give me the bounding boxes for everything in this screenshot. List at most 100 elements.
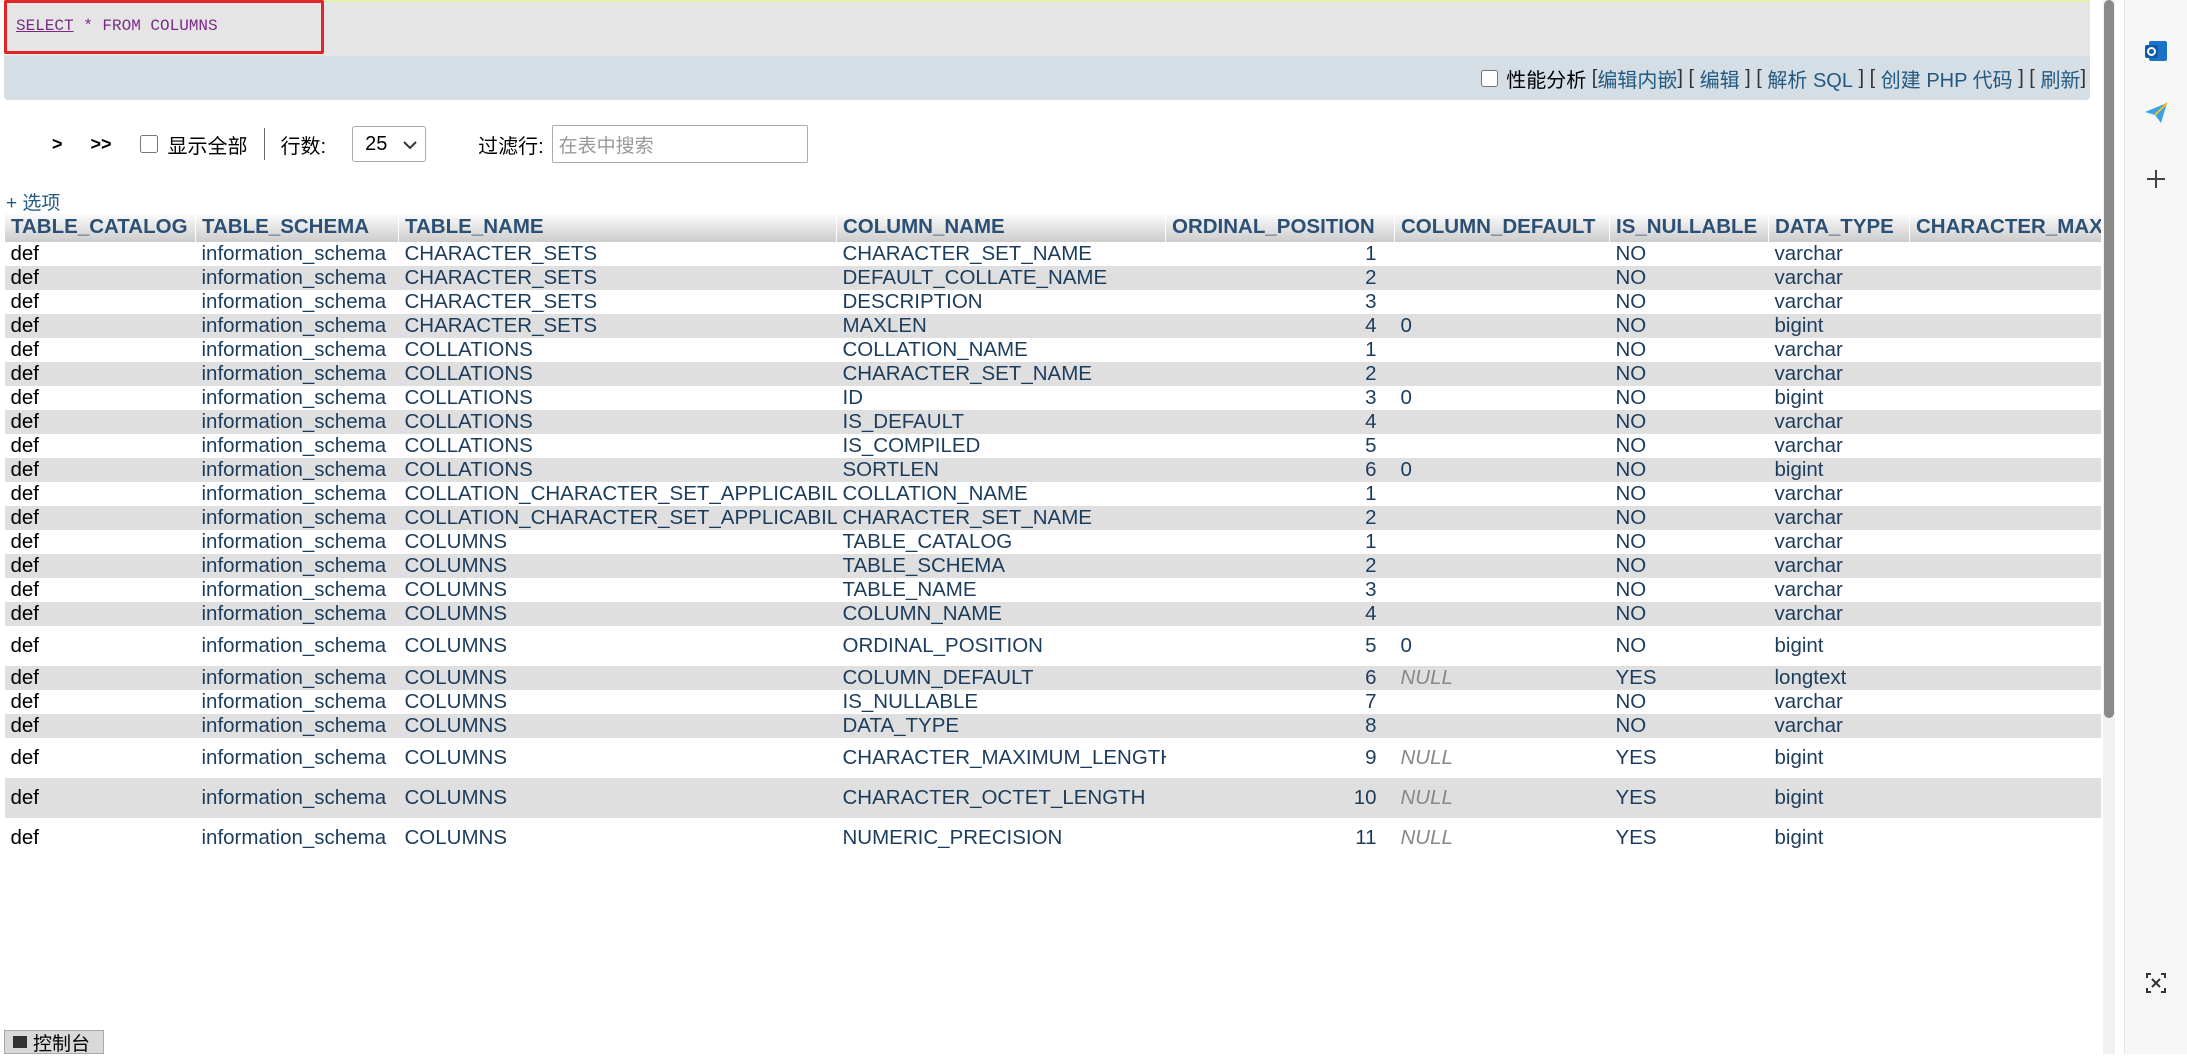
table-cell[interactable]: def — [4, 578, 196, 602]
table-cell[interactable] — [1394, 290, 1610, 314]
profiling-checkbox[interactable] — [1481, 70, 1499, 87]
table-cell[interactable]: 6 — [1165, 666, 1395, 690]
table-row[interactable]: def information_schema COLLATION_CHARACTER… — [4, 506, 2101, 530]
table-cell[interactable]: NO — [1609, 434, 1769, 458]
table-row[interactable]: def information_schema COLLATIONS IS_COMPIL… — [4, 434, 2101, 458]
table-cell[interactable]: COLUMN_NAME — [836, 602, 1166, 626]
table-cell[interactable]: information_schema — [195, 338, 399, 362]
edit-inline-link[interactable]: 编辑内嵌 — [1597, 64, 1677, 93]
table-cell[interactable] — [1394, 554, 1610, 578]
table-cell[interactable]: COLLATIONS — [398, 434, 837, 458]
table-cell[interactable]: varchar — [1768, 410, 1910, 434]
column-header-is-nullable[interactable]: IS_NULLABLE — [1609, 212, 1769, 242]
table-cell[interactable]: NULL — [1394, 666, 1610, 690]
table-cell[interactable]: NULL — [1394, 778, 1610, 818]
table-cell[interactable]: 2 — [1165, 362, 1395, 386]
table-cell[interactable]: def — [4, 666, 196, 690]
table-cell[interactable]: NO — [1609, 266, 1769, 290]
table-cell[interactable]: COLLATION_NAME — [836, 482, 1166, 506]
table-cell[interactable] — [1909, 530, 2101, 554]
table-cell[interactable]: bigint — [1768, 778, 1910, 818]
table-cell[interactable]: TABLE_NAME — [836, 578, 1166, 602]
table-cell[interactable]: information_schema — [195, 738, 399, 778]
table-cell[interactable]: NO — [1609, 626, 1769, 666]
table-cell[interactable] — [1909, 554, 2101, 578]
table-cell[interactable]: DESCRIPTION — [836, 290, 1166, 314]
table-cell[interactable]: information_schema — [195, 266, 399, 290]
table-cell[interactable]: DEFAULT_COLLATE_NAME — [836, 266, 1166, 290]
table-cell[interactable]: COLUMNS — [398, 714, 837, 738]
table-cell[interactable]: DATA_TYPE — [836, 714, 1166, 738]
table-row[interactable]: def information_schema COLUMNS TABLE_NAME 3 N… — [4, 578, 2101, 602]
table-cell[interactable]: def — [4, 506, 196, 530]
table-cell[interactable] — [1394, 242, 1610, 266]
table-cell[interactable]: COLUMNS — [398, 554, 837, 578]
table-cell[interactable]: NO — [1609, 410, 1769, 434]
table-cell[interactable]: TABLE_SCHEMA — [836, 554, 1166, 578]
table-cell[interactable]: bigint — [1768, 386, 1910, 410]
table-cell[interactable] — [1909, 458, 2101, 482]
table-cell[interactable]: 6 — [1165, 458, 1395, 482]
table-cell[interactable]: def — [4, 738, 196, 778]
table-cell[interactable]: 4 — [1165, 314, 1395, 338]
table-cell[interactable]: YES — [1609, 738, 1769, 778]
table-cell[interactable]: NO — [1609, 458, 1769, 482]
table-cell[interactable]: YES — [1609, 778, 1769, 818]
table-cell[interactable]: COLLATIONS — [398, 362, 837, 386]
table-cell[interactable]: CHARACTER_SETS — [398, 314, 837, 338]
table-cell[interactable] — [1394, 690, 1610, 714]
table-cell[interactable]: IS_NULLABLE — [836, 690, 1166, 714]
table-cell[interactable]: def — [4, 714, 196, 738]
table-cell[interactable] — [1909, 602, 2101, 626]
next-page-button[interactable]: > — [52, 134, 63, 155]
table-cell[interactable]: IS_COMPILED — [836, 434, 1166, 458]
table-cell[interactable]: varchar — [1768, 290, 1910, 314]
table-cell[interactable]: NO — [1609, 506, 1769, 530]
table-cell[interactable]: NO — [1609, 314, 1769, 338]
table-cell[interactable]: NULL — [1394, 738, 1610, 778]
plus-icon[interactable] — [2143, 166, 2169, 192]
table-cell[interactable]: information_schema — [195, 818, 399, 858]
table-cell[interactable]: COLLATIONS — [398, 386, 837, 410]
table-cell[interactable] — [1909, 362, 2101, 386]
show-all-checkbox[interactable] — [139, 135, 158, 153]
table-cell[interactable]: 4 — [1165, 410, 1395, 434]
table-cell[interactable]: information_schema — [195, 386, 399, 410]
table-cell[interactable]: 4 — [1165, 602, 1395, 626]
send-icon[interactable] — [2143, 100, 2169, 126]
table-cell[interactable]: bigint — [1768, 314, 1910, 338]
table-cell[interactable]: YES — [1609, 818, 1769, 858]
table-cell[interactable] — [1909, 290, 2101, 314]
column-header-table-schema[interactable]: TABLE_SCHEMA — [195, 212, 399, 242]
create-php-code-link[interactable]: 创建 PHP 代码 — [1881, 64, 2013, 93]
table-cell[interactable] — [1394, 266, 1610, 290]
table-cell[interactable]: 1 — [1165, 530, 1395, 554]
table-cell[interactable]: NO — [1609, 290, 1769, 314]
sql-keyword-select[interactable]: SELECT — [16, 17, 74, 35]
table-cell[interactable]: NO — [1609, 690, 1769, 714]
table-cell[interactable]: information_schema — [195, 482, 399, 506]
table-cell[interactable]: varchar — [1768, 482, 1910, 506]
table-cell[interactable]: bigint — [1768, 818, 1910, 858]
table-cell[interactable]: information_schema — [195, 690, 399, 714]
table-cell[interactable] — [1394, 714, 1610, 738]
refresh-link[interactable]: 刷新 — [2040, 64, 2080, 93]
table-cell[interactable]: information_schema — [195, 362, 399, 386]
table-cell[interactable]: 10 — [1165, 778, 1395, 818]
table-cell[interactable] — [1909, 578, 2101, 602]
table-cell[interactable]: def — [4, 314, 196, 338]
table-cell[interactable]: def — [4, 434, 196, 458]
table-cell[interactable] — [1909, 410, 2101, 434]
table-cell[interactable]: COLLATIONS — [398, 410, 837, 434]
table-cell[interactable]: 8 — [1165, 714, 1395, 738]
table-cell[interactable]: COLLATION_CHARACTER_SET_APPLICABILITY — [398, 482, 837, 506]
table-cell[interactable]: COLLATIONS — [398, 338, 837, 362]
table-cell[interactable] — [1909, 434, 2101, 458]
table-cell[interactable]: def — [4, 818, 196, 858]
table-cell[interactable]: NULL — [1394, 818, 1610, 858]
table-cell[interactable] — [1909, 818, 2101, 858]
table-cell[interactable]: bigint — [1768, 738, 1910, 778]
table-cell[interactable] — [1909, 314, 2101, 338]
console-tab[interactable]: 控制台 — [4, 1030, 104, 1055]
table-cell[interactable]: 1 — [1165, 242, 1395, 266]
